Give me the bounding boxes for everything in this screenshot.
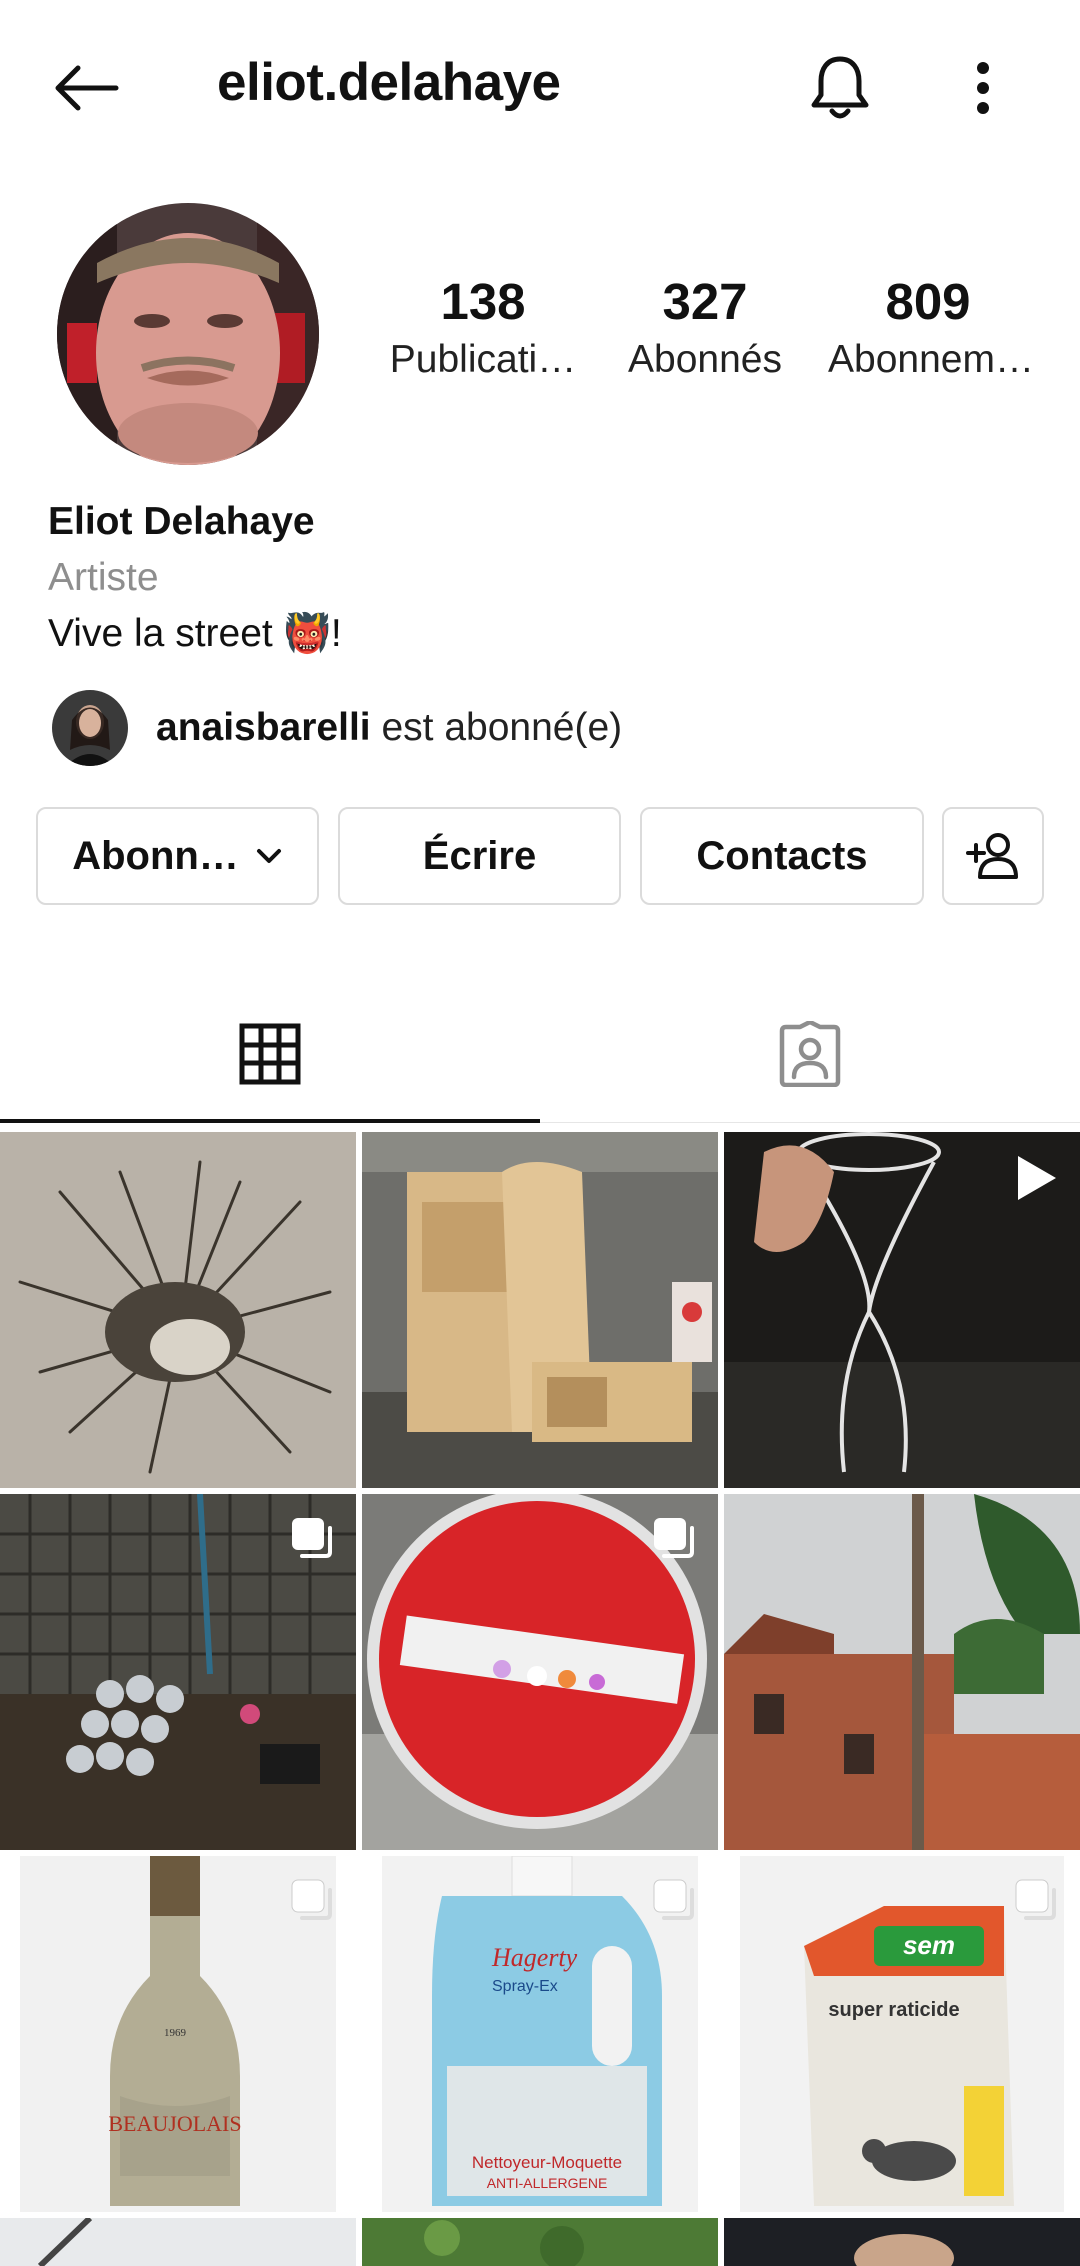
stat-posts[interactable]: 138 Publicati… — [383, 273, 583, 382]
message-button-label: Écrire — [422, 833, 537, 878]
mutual-follower-suffix: est abonné(e) — [370, 706, 623, 749]
arrow-left-icon — [55, 65, 119, 111]
more-vertical-icon — [977, 62, 989, 114]
mutual-follower-username[interactable]: anaisbarelli — [156, 706, 371, 749]
post-thumbnail[interactable] — [362, 2218, 718, 2266]
following-dropdown-button[interactable]: Abonn… — [36, 807, 319, 905]
chevron-down-icon — [256, 849, 281, 863]
grid-icon — [239, 1023, 301, 1085]
post-thumbnail[interactable] — [724, 2218, 1080, 2266]
spray-line1: Nettoyeur-Moquette — [472, 2153, 622, 2172]
tagged-person-icon — [779, 1021, 841, 1087]
following-button-label: Abonn… — [72, 833, 239, 878]
bio-text: Vive la street — [48, 612, 284, 655]
carousel-icon — [654, 1518, 694, 1558]
post-thumbnail[interactable]: Hagerty Spray-Ex Nettoyeur-Moquette ANTI… — [362, 1856, 718, 2212]
contacts-button[interactable]: Contacts — [640, 807, 924, 905]
carousel-icon — [292, 1518, 332, 1558]
mutual-follower-avatar[interactable] — [52, 690, 128, 766]
post-thumbnail[interactable] — [362, 1132, 718, 1488]
mutual-follower-text[interactable]: anaisbarelli est abonné(e) — [156, 706, 622, 750]
stat-following-value: 809 — [885, 273, 971, 330]
bio-suffix: ! — [330, 612, 342, 655]
profile-username: eliot.delahaye — [217, 53, 561, 112]
spray-brand: Hagerty — [491, 1943, 578, 1972]
carousel-icon — [653, 1879, 694, 1920]
active-tab-indicator — [0, 1119, 540, 1123]
contacts-button-label: Contacts — [696, 833, 868, 878]
post-thumbnail[interactable]: 1969 BEAUJOLAIS — [0, 1856, 356, 2212]
more-options-button[interactable] — [950, 48, 1016, 128]
bottle-label: BEAUJOLAIS — [108, 2111, 241, 2136]
box-brand: sem — [903, 1930, 955, 1960]
notifications-button[interactable] — [800, 48, 880, 128]
spray-line2: ANTI-ALLERGENE — [487, 2175, 608, 2191]
stat-followers-label: Abonnés — [628, 338, 782, 382]
box-name: super raticide — [828, 1999, 959, 2021]
back-button[interactable] — [40, 48, 130, 128]
post-thumbnail[interactable] — [0, 1132, 356, 1488]
video-icon — [1018, 1156, 1056, 1200]
stat-posts-value: 138 — [440, 273, 526, 330]
add-person-icon — [966, 833, 1018, 879]
profile-avatar[interactable] — [57, 203, 319, 465]
stat-following-label: Abonnem… — [828, 338, 1034, 382]
post-thumbnail[interactable] — [362, 1494, 718, 1850]
post-thumbnail[interactable] — [724, 1494, 1080, 1850]
profile-full-name: Eliot Delahaye — [48, 500, 315, 543]
stat-followers[interactable]: 327 Abonnés — [605, 273, 805, 382]
tab-tagged[interactable] — [540, 990, 1080, 1118]
bottle-year: 1969 — [164, 2027, 187, 2039]
carousel-icon — [1015, 1879, 1056, 1920]
carousel-icon — [291, 1879, 332, 1920]
suggest-users-button[interactable] — [942, 807, 1044, 905]
profile-category: Artiste — [48, 556, 159, 599]
post-thumbnail[interactable]: sem super raticide — [724, 1856, 1080, 2212]
profile-bio: Vive la street 👹 ! — [48, 612, 342, 656]
post-thumbnail[interactable] — [724, 1132, 1080, 1488]
bell-icon — [811, 56, 869, 119]
post-thumbnail[interactable] — [0, 2218, 356, 2266]
tab-posts-grid[interactable] — [0, 990, 540, 1118]
stat-following[interactable]: 809 Abonnem… — [828, 273, 1034, 382]
spray-name: Spray-Ex — [492, 1978, 558, 1995]
bio-emoji: 👹 — [283, 613, 331, 655]
post-thumbnail[interactable] — [0, 1494, 356, 1850]
message-button[interactable]: Écrire — [338, 807, 621, 905]
stat-followers-value: 327 — [662, 273, 748, 330]
stat-posts-label: Publicati… — [389, 338, 577, 382]
